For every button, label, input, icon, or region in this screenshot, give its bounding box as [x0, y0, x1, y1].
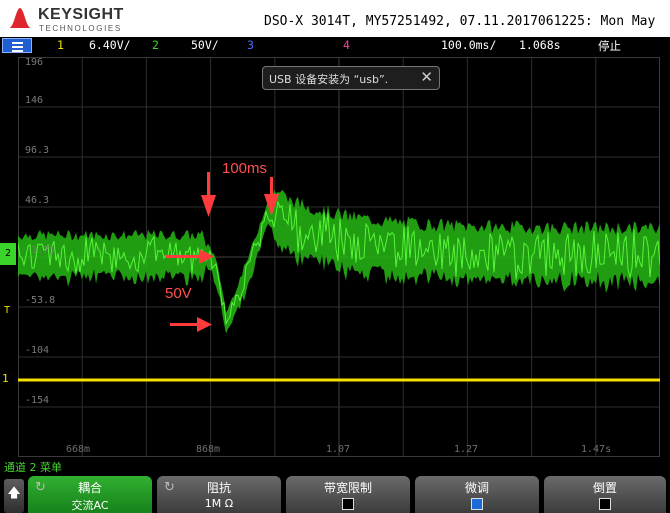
annotation-voltage: 50V	[165, 285, 192, 302]
y-axis-label: 196	[25, 57, 44, 68]
softkey-value: 交流AC	[71, 499, 109, 512]
y-axis-label: -104	[25, 345, 50, 356]
softkey-label: 阻抗	[206, 481, 231, 495]
softkey-label: 倒置	[592, 481, 617, 495]
timebase-scale[interactable]: 100.0ms/	[441, 38, 496, 52]
bandwidth-limit-checkbox[interactable]	[342, 498, 354, 510]
softkey-value: 1M Ω	[204, 497, 234, 510]
y-axis-label: 46.3	[25, 195, 50, 206]
channel-menu-bar: 通道 2 菜单	[0, 458, 670, 474]
coupling-softkey[interactable]: ↻ 耦合 交流AC	[28, 476, 152, 513]
annotation-time: 100ms	[222, 160, 268, 177]
fine-adjust-checkbox[interactable]	[471, 498, 483, 510]
close-icon[interactable]: ✕	[420, 68, 433, 86]
y-axis-label: -53.8	[25, 295, 56, 306]
back-button[interactable]: 🡅	[4, 479, 24, 513]
brand-name: KEYSIGHT	[38, 6, 124, 23]
run-state[interactable]: 停止	[598, 38, 621, 54]
status-bar: 1 6.40V/ 2 50V/ 3 4 100.0ms/ 1.068s 停止	[0, 37, 670, 55]
oscilloscope-app: KEYSIGHT TECHNOLOGIES DSO-X 3014T, MY572…	[0, 0, 670, 513]
notification-message: USB 设备安装为 “usb”.	[269, 73, 389, 86]
y-axis-label: -3.75	[25, 245, 56, 256]
ch2-scale[interactable]: 50V/	[191, 38, 219, 52]
ch1-number[interactable]: 1	[57, 38, 64, 52]
softkey-label: 微调	[464, 481, 489, 495]
impedance-softkey[interactable]: ↻ 阻抗 1M Ω	[157, 476, 281, 513]
bandwidth-limit-softkey[interactable]: 带宽限制	[286, 476, 410, 513]
x-axis-label: 868m	[196, 444, 221, 455]
x-axis-label: 1.47s	[581, 444, 612, 455]
ch2-ground-marker[interactable]: 2	[0, 243, 16, 265]
fine-adjust-softkey[interactable]: 微调	[415, 476, 539, 513]
instrument-id: DSO-X 3014T, MY57251492, 07.11.201706122…	[264, 14, 656, 29]
softkey-label: 带宽限制	[323, 481, 372, 495]
y-axis-label: -154	[25, 395, 50, 406]
softkey-label: 耦合	[77, 481, 102, 495]
brand-subtitle: TECHNOLOGIES	[39, 24, 122, 33]
invert-checkbox[interactable]	[599, 498, 611, 510]
ch1-scale[interactable]: 6.40V/	[89, 38, 131, 52]
usb-notification: USB 设备安装为 “usb”. ✕	[262, 66, 440, 90]
graticule-and-traces	[18, 57, 660, 457]
ch4-number[interactable]: 4	[343, 38, 350, 52]
ch2-number[interactable]: 2	[152, 38, 159, 52]
keysight-logo: KEYSIGHT TECHNOLOGIES	[8, 4, 138, 34]
time-delay[interactable]: 1.068s	[519, 38, 561, 52]
y-axis-label: 146	[25, 95, 44, 106]
trigger-level-marker[interactable]: T	[4, 305, 10, 316]
keysight-wave-icon	[9, 8, 31, 28]
invert-softkey[interactable]: 倒置	[544, 476, 666, 513]
main-menu-button[interactable]	[2, 38, 32, 53]
x-axis-label: 1.27	[454, 444, 479, 455]
waveform-display[interactable]: 196 146 96.3 46.3 -3.75 -53.8 -104 -154 …	[18, 57, 660, 457]
x-axis-label: 1.07	[326, 444, 351, 455]
x-axis-label: 668m	[66, 444, 91, 455]
ch1-ground-marker[interactable]: 1	[2, 372, 9, 385]
softkey-bar: 🡅 ↻ 耦合 交流AC ↻ 阻抗 1M Ω 带宽限制 微调 倒置	[0, 475, 670, 513]
ch3-number[interactable]: 3	[247, 38, 254, 52]
header: KEYSIGHT TECHNOLOGIES DSO-X 3014T, MY572…	[0, 0, 670, 37]
arrow-up-icon: 🡅	[7, 486, 21, 501]
y-axis-label: 96.3	[25, 145, 50, 156]
channel-menu-title: 通道 2 菜单	[4, 461, 62, 474]
